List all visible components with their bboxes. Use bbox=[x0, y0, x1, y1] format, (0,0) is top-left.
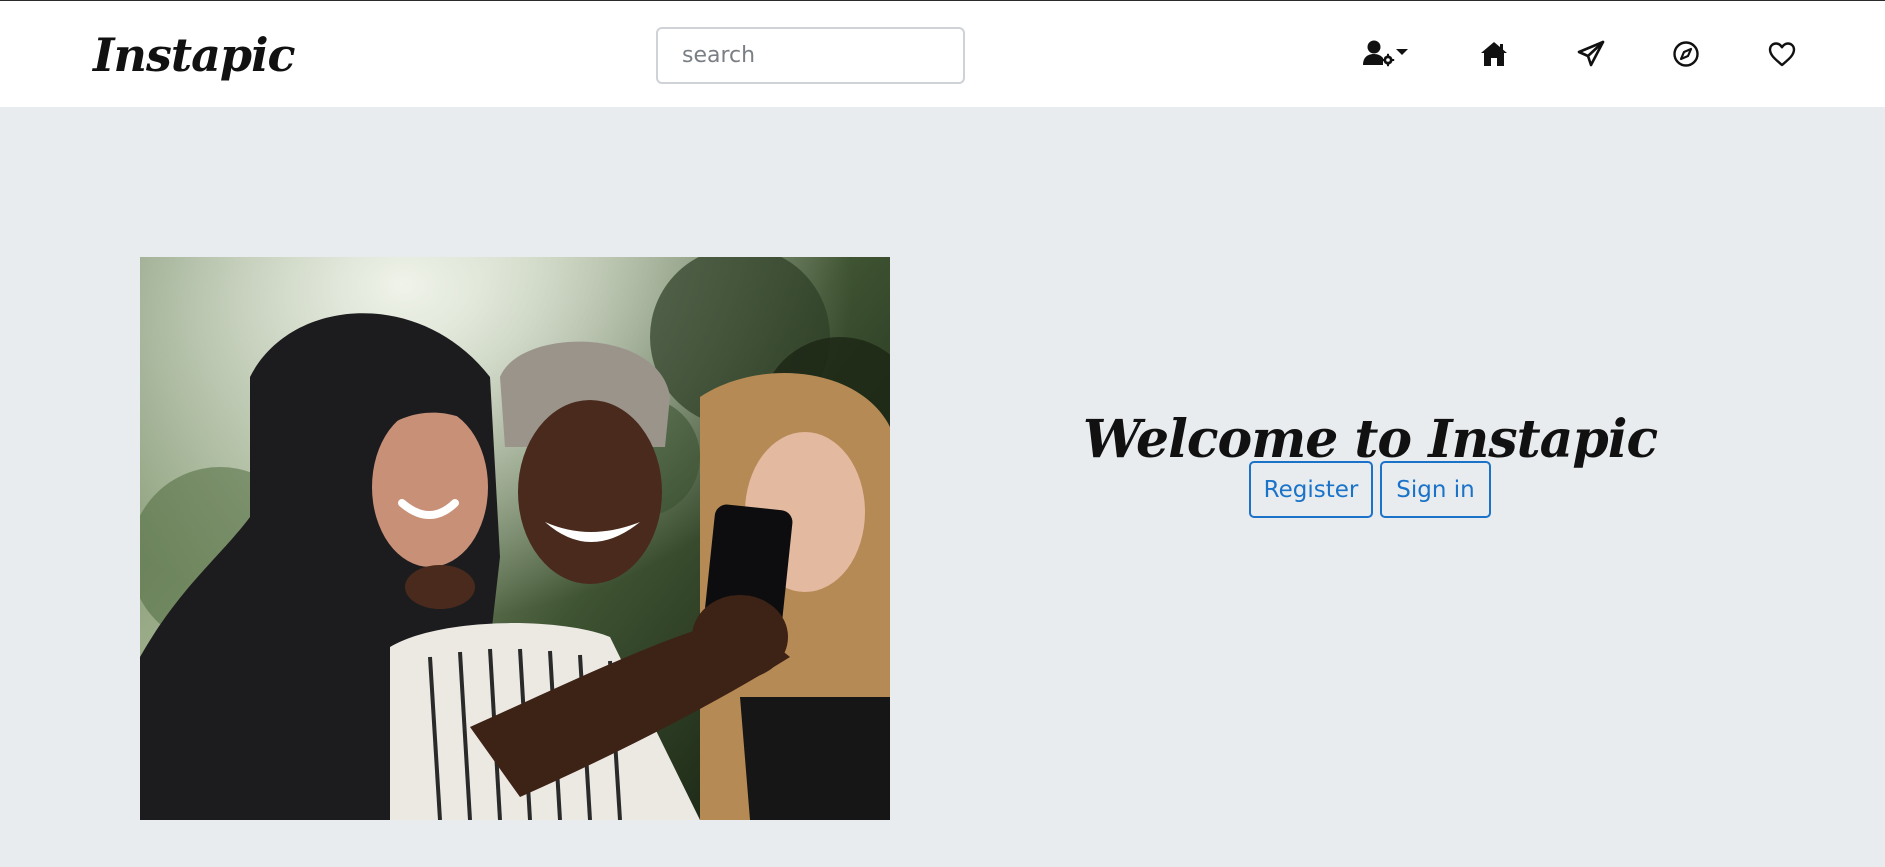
user-settings-dropdown-icon[interactable] bbox=[1361, 37, 1409, 71]
app-logo[interactable]: Instapic bbox=[93, 27, 296, 83]
send-icon[interactable] bbox=[1574, 37, 1608, 71]
sign-in-button[interactable]: Sign in bbox=[1380, 461, 1491, 518]
home-icon[interactable] bbox=[1477, 37, 1511, 71]
top-navbar: Instapic bbox=[0, 0, 1885, 107]
search-input[interactable] bbox=[656, 27, 965, 84]
heart-icon[interactable] bbox=[1765, 37, 1799, 71]
hero-photo bbox=[140, 257, 890, 820]
register-button[interactable]: Register bbox=[1249, 461, 1373, 518]
explore-compass-icon[interactable] bbox=[1669, 37, 1703, 71]
